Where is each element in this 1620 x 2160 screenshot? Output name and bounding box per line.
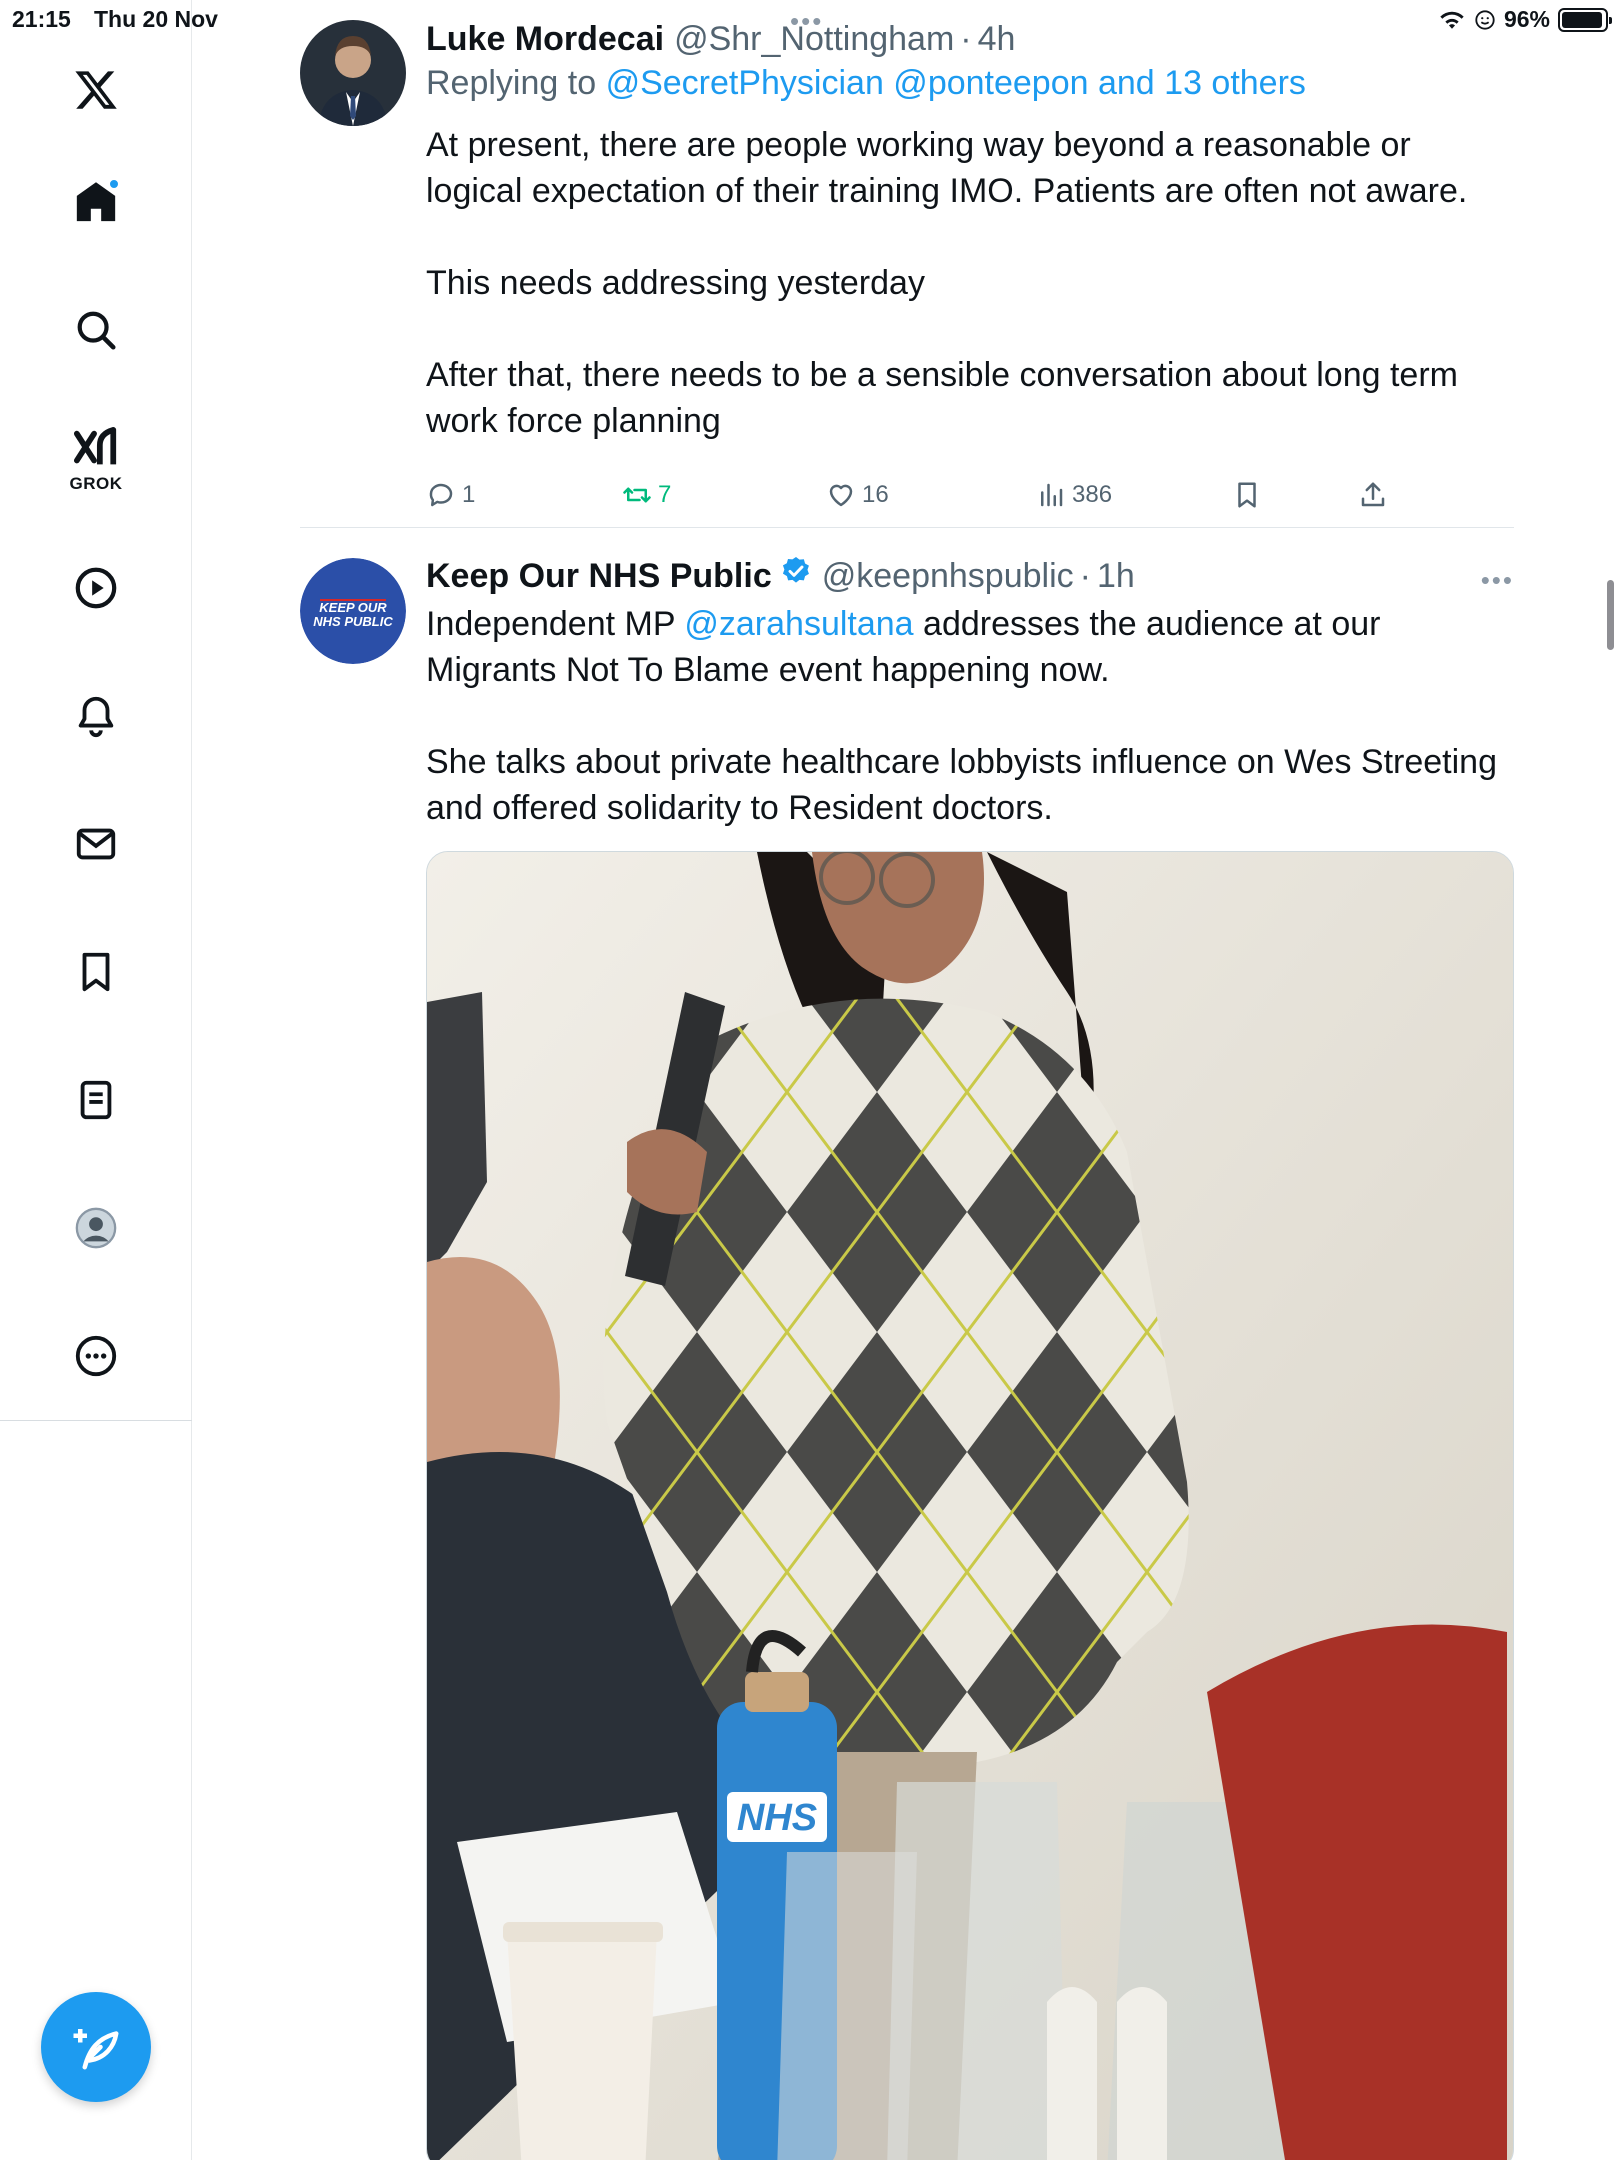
svg-text:NHS PUBLIC: NHS PUBLIC xyxy=(313,614,393,629)
tweet-keep-our-nhs-public[interactable]: KEEP OUR NHS PUBLIC Keep Our NHS Public @… xyxy=(300,555,1514,2160)
x-logo-icon[interactable] xyxy=(66,60,126,120)
tweet-luke-mordecai[interactable]: Luke Mordecai @Shr_Nottingham · 4h Reply… xyxy=(300,20,1514,520)
notifications-bell-icon[interactable] xyxy=(66,686,126,746)
author-name[interactable]: Luke Mordecai xyxy=(426,20,664,59)
messages-envelope-icon[interactable] xyxy=(66,814,126,874)
avatar[interactable] xyxy=(300,20,406,126)
tweet-text: Independent MP @zarahsultana addresses t… xyxy=(426,601,1516,831)
replying-to-users-link[interactable]: @SecretPhysician @ponteepon and 13 other… xyxy=(606,64,1306,102)
tweet-timestamp[interactable]: 1h xyxy=(1097,557,1135,596)
like-button[interactable]: 16 xyxy=(826,480,889,510)
tweet-paragraph: She talks about private healthcare lobby… xyxy=(426,743,1497,827)
bookmarks-icon[interactable] xyxy=(66,942,126,1002)
compose-feather-icon xyxy=(73,2029,119,2070)
tweet-photo[interactable]: NHS xyxy=(426,851,1514,2160)
scrollbar[interactable] xyxy=(1607,580,1614,650)
home-icon[interactable] xyxy=(66,172,126,232)
retweet-icon xyxy=(623,487,651,503)
author-name[interactable]: Keep Our NHS Public xyxy=(426,557,772,596)
profile-avatar-icon[interactable] xyxy=(66,1198,126,1258)
sidebar: GROK xyxy=(0,0,192,2160)
compose-button[interactable] xyxy=(41,1992,151,2102)
tweet-header: Luke Mordecai @Shr_Nottingham · 4h xyxy=(426,20,1015,59)
author-handle[interactable]: @Shr_Nottingham xyxy=(674,20,954,59)
tweet-timestamp[interactable]: 4h xyxy=(978,20,1016,59)
separator-dot: · xyxy=(960,20,972,58)
bottle-label: NHS xyxy=(737,1797,817,1839)
body-text: Independent MP xyxy=(426,605,675,643)
lists-icon[interactable] xyxy=(66,1070,126,1130)
tweet-paragraph: After that, there needs to be a sensible… xyxy=(426,356,1458,440)
tweet-paragraph: This needs addressing yesterday xyxy=(426,264,925,302)
avatar[interactable]: KEEP OUR NHS PUBLIC xyxy=(300,558,406,664)
avatar-logo-text: KEEP OUR xyxy=(319,600,387,615)
tweet-divider xyxy=(300,527,1514,528)
more-options-icon[interactable] xyxy=(66,1326,126,1386)
bookmark-icon xyxy=(1238,482,1256,508)
home-notification-dot xyxy=(108,178,120,190)
sidebar-divider xyxy=(0,1420,192,1421)
share-icon xyxy=(1361,482,1385,507)
reply-button[interactable]: 1 xyxy=(426,480,475,510)
grok-nav-item[interactable]: GROK xyxy=(66,420,126,500)
replying-to: Replying to @SecretPhysician @ponteepon … xyxy=(426,64,1306,103)
tweet-header: Keep Our NHS Public @keepnhspublic · 1h xyxy=(426,555,1135,596)
verified-badge-icon xyxy=(782,557,809,583)
views-count: 386 xyxy=(1072,481,1113,508)
retweet-button[interactable]: 7 xyxy=(622,480,671,510)
views-chart-icon xyxy=(1041,483,1063,507)
share-button[interactable] xyxy=(1358,480,1388,510)
tweet-text: At present, there are people working way… xyxy=(426,122,1516,444)
views-button[interactable]: 386 xyxy=(1036,480,1112,510)
reply-count: 1 xyxy=(462,481,476,508)
search-icon[interactable] xyxy=(66,300,126,360)
battery-icon xyxy=(1558,7,1612,32)
tweet-paragraph: At present, there are people working way… xyxy=(426,126,1468,210)
author-handle[interactable]: @keepnhspublic xyxy=(822,557,1074,596)
heart-icon xyxy=(829,484,853,507)
replying-prefix: Replying to xyxy=(426,64,597,102)
tweet-actions: 1 7 16 386 xyxy=(426,480,1426,520)
tweet-more-options-icon[interactable]: ••• xyxy=(1481,565,1514,596)
grok-label: GROK xyxy=(69,474,123,493)
mention-link[interactable]: @zarahsultana xyxy=(684,605,913,643)
tweet-paragraph: Independent MP @zarahsultana addresses t… xyxy=(426,601,1516,693)
like-count: 16 xyxy=(862,481,889,508)
bookmark-button[interactable] xyxy=(1232,480,1262,510)
reply-icon xyxy=(429,483,453,507)
separator-dot: · xyxy=(1079,557,1091,595)
retweet-count: 7 xyxy=(658,481,672,508)
video-play-icon[interactable] xyxy=(66,558,126,618)
grok-icon xyxy=(73,426,117,465)
